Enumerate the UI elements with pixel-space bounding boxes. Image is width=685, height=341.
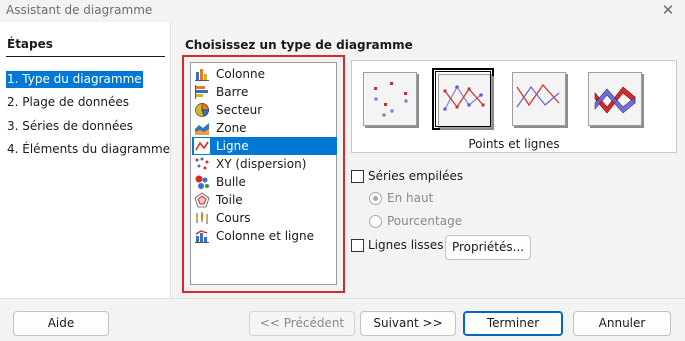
points-and-lines-variant-icon bbox=[443, 85, 485, 111]
variant-points-only[interactable] bbox=[359, 68, 421, 130]
chart-type-pane: Choisissez un type de diagramme Colonne bbox=[172, 22, 685, 298]
properties-button[interactable]: Propriétés... bbox=[445, 235, 531, 260]
smooth-lines-label: Lignes lisses bbox=[368, 238, 444, 252]
percent-radio[interactable] bbox=[369, 214, 382, 228]
finish-button[interactable]: Terminer bbox=[463, 311, 563, 336]
smooth-lines-checkbox[interactable] bbox=[351, 238, 364, 252]
chart-type-scatter[interactable]: XY (dispersion) bbox=[192, 155, 337, 173]
stacked-series-option[interactable]: Séries empilées bbox=[351, 169, 463, 183]
column-chart-icon bbox=[195, 69, 209, 81]
smooth-lines-option[interactable]: Lignes lisses bbox=[351, 238, 444, 252]
variant-3d-lines[interactable] bbox=[584, 68, 646, 130]
chart-type-stock[interactable]: Cours bbox=[192, 209, 337, 227]
percent-label: Pourcentage bbox=[387, 214, 463, 228]
steps-heading: Étapes bbox=[7, 37, 53, 51]
bubble-chart-icon bbox=[195, 175, 209, 189]
column-line-chart-icon bbox=[195, 230, 209, 243]
stacked-series-label: Séries empilées bbox=[368, 169, 464, 183]
window-title: Assistant de diagramme bbox=[6, 3, 153, 17]
stacked-series-checkbox[interactable] bbox=[351, 169, 364, 183]
variant-lines-only[interactable] bbox=[508, 68, 570, 130]
bar-chart-icon bbox=[195, 85, 208, 99]
chart-type-label: Zone bbox=[216, 121, 247, 135]
step-data-range[interactable]: 2. Plage de données bbox=[6, 94, 130, 111]
step-data-series[interactable]: 3. Séries de données bbox=[6, 118, 134, 135]
chart-type-area[interactable]: Zone bbox=[192, 119, 337, 137]
chart-type-list[interactable]: Colonne Barre Secteur Zone Ligne XY (dis… bbox=[190, 62, 337, 285]
previous-button[interactable]: << Précédent bbox=[249, 311, 355, 336]
cancel-button[interactable]: Annuler bbox=[573, 311, 671, 336]
3d-lines-variant-icon bbox=[594, 86, 636, 114]
button-bar: Aide << Précédent Suivant >> Terminer An… bbox=[0, 298, 685, 341]
chart-type-heading: Choisissez un type de diagramme bbox=[185, 38, 413, 52]
variant-points-and-lines[interactable] bbox=[432, 68, 494, 130]
step-chart-type[interactable]: 1. Type du diagramme bbox=[6, 71, 143, 88]
stock-chart-icon bbox=[196, 212, 208, 224]
steps-heading-divider bbox=[6, 56, 165, 57]
chart-type-column-line[interactable]: Colonne et ligne bbox=[192, 227, 337, 245]
next-button[interactable]: Suivant >> bbox=[360, 311, 456, 336]
chart-type-label: Secteur bbox=[216, 103, 263, 117]
area-chart-icon bbox=[195, 123, 209, 135]
chart-variant-panel: Points et lignes bbox=[351, 60, 677, 153]
title-bar: Assistant de diagramme ✕ bbox=[0, 0, 685, 22]
steps-pane: Étapes 1. Type du diagramme 2. Plage de … bbox=[0, 22, 171, 298]
points-only-variant-icon bbox=[374, 82, 408, 117]
chart-type-bar[interactable]: Barre bbox=[192, 83, 337, 101]
step-chart-elements[interactable]: 4. Éléments du diagramme bbox=[6, 141, 171, 158]
scatter-chart-icon bbox=[195, 157, 209, 170]
net-chart-icon bbox=[194, 192, 210, 208]
percent-option[interactable]: Pourcentage bbox=[369, 214, 462, 228]
chart-type-list-highlight: Colonne Barre Secteur Zone Ligne XY (dis… bbox=[182, 55, 345, 293]
chart-type-label: Colonne bbox=[216, 67, 265, 81]
close-icon[interactable]: ✕ bbox=[659, 1, 677, 19]
on-top-option[interactable]: En haut bbox=[369, 191, 433, 205]
line-chart-icon bbox=[194, 138, 210, 154]
chart-type-label: Toile bbox=[216, 193, 243, 207]
chart-type-label: Colonne et ligne bbox=[216, 229, 314, 243]
chart-type-label: Barre bbox=[216, 85, 249, 99]
chart-type-column[interactable]: Colonne bbox=[192, 65, 337, 83]
on-top-label: En haut bbox=[387, 191, 434, 205]
chart-type-bubble[interactable]: Bulle bbox=[192, 173, 337, 191]
variant-caption: Points et lignes bbox=[468, 137, 560, 151]
chart-type-label: Ligne bbox=[216, 139, 249, 153]
chart-type-net[interactable]: Toile bbox=[192, 191, 337, 209]
chart-type-label: Bulle bbox=[216, 175, 246, 189]
help-button[interactable]: Aide bbox=[13, 311, 109, 336]
chart-type-label: XY (dispersion) bbox=[216, 157, 307, 171]
chart-type-label: Cours bbox=[216, 211, 251, 225]
on-top-radio[interactable] bbox=[369, 191, 382, 205]
pie-chart-icon bbox=[195, 103, 209, 117]
chart-type-pie[interactable]: Secteur bbox=[192, 101, 337, 119]
lines-only-variant-icon bbox=[516, 84, 560, 108]
chart-type-line[interactable]: Ligne bbox=[192, 137, 337, 155]
